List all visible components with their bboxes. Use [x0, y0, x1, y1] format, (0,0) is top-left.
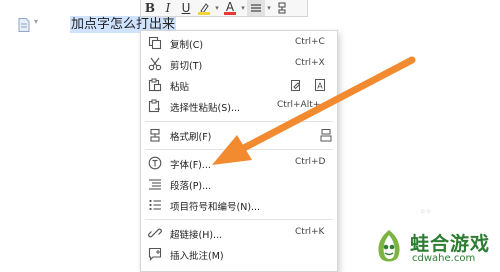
menu-item-label: 粘贴 — [170, 82, 190, 93]
menu-item-label: 项目符号和编号(N)... — [170, 202, 261, 213]
font-color-button[interactable]: A — [221, 0, 239, 16]
menu-item-paste[interactable]: 粘贴 A — [141, 75, 337, 95]
menu-separator — [145, 149, 333, 150]
font-color-bar — [224, 12, 236, 15]
paste-text-only-icon[interactable]: A — [313, 78, 327, 92]
copy-icon — [148, 36, 162, 50]
chevron-down-icon[interactable]: ▾ — [34, 17, 38, 26]
menu-item-insert-comment[interactable]: 插入批注(M) — [141, 244, 337, 264]
menu-item-hyperlink[interactable]: 超链接(H)... Ctrl+K — [141, 223, 337, 243]
menu-item-label: 插入批注(M) — [170, 251, 224, 262]
align-dropdown-icon[interactable]: ▾ — [265, 4, 273, 12]
frog-logo-icon — [378, 230, 400, 262]
menu-item-label: 选择性粘贴(S)... — [170, 103, 241, 114]
menu-item-paragraph[interactable]: 段落(P)... — [141, 174, 337, 194]
menu-separator — [145, 219, 333, 220]
format-painter-icon — [150, 128, 160, 142]
menu-item-label: 复制(C) — [170, 40, 204, 51]
underline-button[interactable]: U — [177, 0, 195, 16]
align-button[interactable] — [247, 0, 265, 16]
highlight-button[interactable] — [195, 0, 213, 16]
menu-separator — [145, 121, 333, 122]
align-icon — [251, 4, 261, 12]
menu-item-label: 剪切(T) — [170, 61, 203, 72]
scissors-icon — [148, 57, 162, 71]
highlight-dropdown-icon[interactable]: ▾ — [213, 4, 221, 12]
menu-item-label: 字体(F)... — [170, 160, 211, 171]
bullets-icon — [149, 199, 161, 211]
menu-item-shortcut: Ctrl+Alt+ — [277, 100, 321, 110]
document-icon — [18, 18, 30, 32]
menu-item-shortcut: Ctrl+C — [295, 37, 325, 47]
watermark-url: cdwahe.com — [412, 253, 476, 264]
font-color-dropdown-icon[interactable]: ▾ — [239, 4, 247, 12]
menu-item-label: 超链接(H)... — [170, 230, 223, 241]
menu-item-bullets-numbering[interactable]: 项目符号和编号(N)... — [141, 195, 337, 215]
menu-item-label: 段落(P)... — [170, 181, 212, 192]
format-painter-icon — [278, 2, 286, 14]
paste-icon — [148, 78, 162, 92]
menu-item-shortcut: Ctrl+K — [295, 227, 325, 237]
paste-special-icon — [148, 99, 160, 113]
menu-item-format-painter[interactable]: 格式刷(F) — [141, 125, 337, 145]
paragraph-icon — [149, 179, 161, 190]
menu-item-paste-special[interactable]: 选择性粘贴(S)... Ctrl+Alt+ — [141, 96, 337, 116]
menu-item-font[interactable]: 字体(F)... Ctrl+D — [141, 153, 337, 173]
font-icon — [148, 156, 162, 170]
watermark: 蛙合游戏 cdwahe.com — [372, 227, 500, 267]
menu-item-shortcut: Ctrl+D — [295, 157, 326, 167]
mini-toolbar: B I U ▾ A ▾ ▾ — [140, 0, 308, 17]
menu-item-label: 格式刷(F) — [170, 132, 212, 143]
format-painter-lock-icon[interactable] — [319, 128, 333, 142]
watermark-title: 蛙合游戏 — [410, 233, 491, 255]
comment-icon — [148, 247, 162, 261]
italic-button[interactable]: I — [159, 0, 177, 16]
highlight-color-bar — [198, 12, 210, 15]
paste-keep-format-icon[interactable] — [289, 78, 303, 92]
context-menu: 复制(C) Ctrl+C 剪切(T) Ctrl+X 粘贴 A 选择性粘贴(S).… — [140, 30, 338, 272]
menu-item-shortcut: Ctrl+X — [295, 58, 325, 68]
menu-item-copy[interactable]: 复制(C) Ctrl+C — [141, 33, 337, 53]
menu-item-cut[interactable]: 剪切(T) Ctrl+X — [141, 54, 337, 74]
svg-text:A: A — [317, 82, 323, 91]
hyperlink-icon — [148, 228, 162, 238]
format-painter-toolbar-button[interactable] — [273, 0, 291, 16]
faint-watermark-mark: ᐤᐤ — [420, 207, 431, 223]
bold-button[interactable]: B — [141, 0, 159, 16]
